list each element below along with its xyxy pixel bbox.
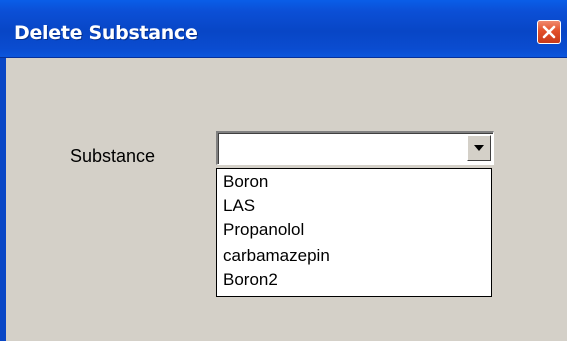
close-button[interactable] [537,20,561,44]
substance-options-list: Boron LAS Propanolol carbamazepin Boron2 [216,168,492,297]
option-propanolol[interactable]: Propanolol [223,220,304,240]
delete-substance-dialog: Delete Substance Substance Boron LAS Pro… [0,0,567,341]
substance-select-field[interactable] [218,133,493,164]
chevron-down-icon [474,145,484,151]
close-icon [542,25,556,39]
option-las[interactable]: LAS [223,196,255,216]
substance-label: Substance [70,146,156,166]
dropdown-button[interactable] [467,135,491,161]
substance-select[interactable] [216,131,494,165]
option-boron2[interactable]: Boron2 [223,270,278,290]
option-boron[interactable]: Boron [223,172,268,192]
window-title: Delete Substance [14,22,198,44]
title-bar[interactable]: Delete Substance [0,0,567,58]
option-carbamazepin[interactable]: carbamazepin [223,246,330,266]
